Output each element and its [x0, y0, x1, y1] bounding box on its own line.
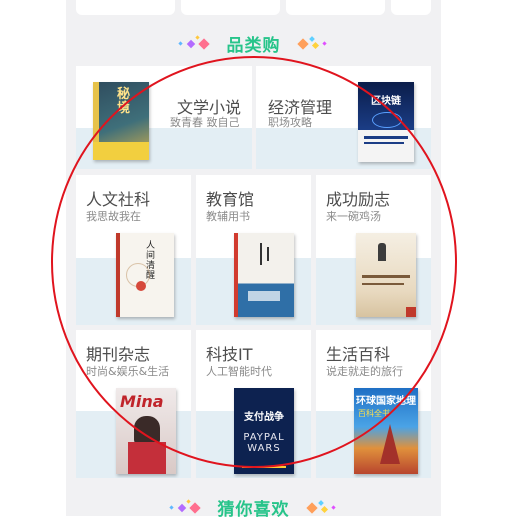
- book-cover-literature: 秘境: [93, 82, 149, 160]
- previous-card[interactable]: [286, 0, 385, 15]
- category-title: 人文社科: [86, 190, 151, 209]
- book-cover-magazines: Mina: [116, 388, 176, 474]
- previous-card[interactable]: [76, 0, 175, 15]
- category-subtitle: 教辅用书: [206, 210, 250, 223]
- book-cover-subtitle: PAYPAL WARS: [243, 432, 285, 454]
- category-title: 期刊杂志: [86, 345, 151, 364]
- category-subtitle: 职场攻略: [268, 116, 312, 129]
- guess-you-like-header: 猜你喜欢: [66, 492, 441, 522]
- book-cover-title: 环球国家地理: [356, 396, 416, 407]
- category-subtitle: 我思故我在: [86, 210, 141, 223]
- category-title: 成功励志: [326, 190, 391, 209]
- previous-card[interactable]: [181, 0, 280, 15]
- category-subtitle: 来一碗鸡汤: [326, 210, 381, 223]
- category-tile-literature[interactable]: 秘境 文学小说 致青春 致自己: [76, 66, 252, 169]
- book-cover-subtitle: 百科全书: [358, 409, 390, 418]
- category-section-header: 品类购: [66, 28, 441, 58]
- book-cover-title: 秘境: [117, 87, 131, 116]
- book-cover-success: [356, 233, 416, 317]
- category-subtitle: 致青春 致自己: [170, 116, 240, 129]
- category-tile-success[interactable]: 成功励志 来一碗鸡汤: [316, 175, 431, 325]
- book-cover-education: [234, 233, 294, 317]
- right-sparkle-icon: [302, 497, 342, 517]
- category-subtitle: 时尚&娱乐&生活: [86, 365, 170, 378]
- book-cover-title: 区块链: [371, 96, 401, 107]
- book-cover-tech: 支付战争 PAYPAL WARS: [234, 388, 294, 474]
- book-cover-humanities: 人间清醒: [116, 233, 174, 317]
- category-title: 生活百科: [326, 345, 391, 364]
- section-title: 品类购: [226, 35, 281, 56]
- category-tile-life[interactable]: 生活百科 说走就走的旅行 环球国家地理 百科全书: [316, 330, 431, 478]
- left-sparkle-icon: [166, 497, 206, 517]
- page-container: 品类购 秘境 文学小说 致青春 致自己 经济管理 职场攻略 区块链 人文社科 我…: [66, 0, 441, 520]
- category-subtitle: 说走就走的旅行: [326, 365, 403, 378]
- category-tile-humanities[interactable]: 人文社科 我思故我在 人间清醒: [76, 175, 191, 325]
- right-sparkle-icon: [293, 33, 333, 53]
- category-tile-education[interactable]: 教育馆 教辅用书: [196, 175, 311, 325]
- book-cover-title: 支付战争: [244, 412, 284, 423]
- category-tile-magazines[interactable]: 期刊杂志 时尚&娱乐&生活 Mina: [76, 330, 191, 478]
- book-cover-life: 环球国家地理 百科全书: [354, 388, 418, 474]
- category-subtitle: 人工智能时代: [206, 365, 272, 378]
- category-tile-tech[interactable]: 科技IT 人工智能时代 支付战争 PAYPAL WARS: [196, 330, 311, 478]
- category-title: 教育馆: [206, 190, 255, 209]
- left-sparkle-icon: [175, 33, 215, 53]
- book-cover-economics: 区块链: [358, 82, 414, 162]
- category-title: 科技IT: [206, 345, 253, 364]
- previous-card[interactable]: [391, 0, 431, 15]
- category-tile-economics[interactable]: 经济管理 职场攻略 区块链: [256, 66, 431, 169]
